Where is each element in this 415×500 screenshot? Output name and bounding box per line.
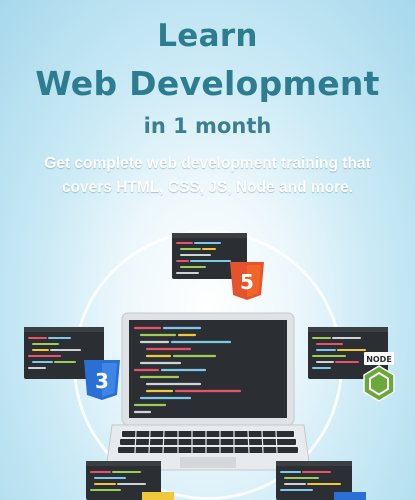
html5-label: 5 <box>240 270 254 294</box>
laptop-icon <box>105 312 311 471</box>
badge-icon <box>334 492 366 500</box>
node-label: NODE <box>366 355 392 364</box>
css3-label: 3 <box>95 369 109 393</box>
js-icon <box>142 492 174 500</box>
css3-icon: 3 <box>84 360 120 400</box>
node-icon: NODE <box>363 352 395 402</box>
illustration: 5 3 NODE <box>24 233 395 500</box>
html5-icon: 5 <box>230 262 264 300</box>
